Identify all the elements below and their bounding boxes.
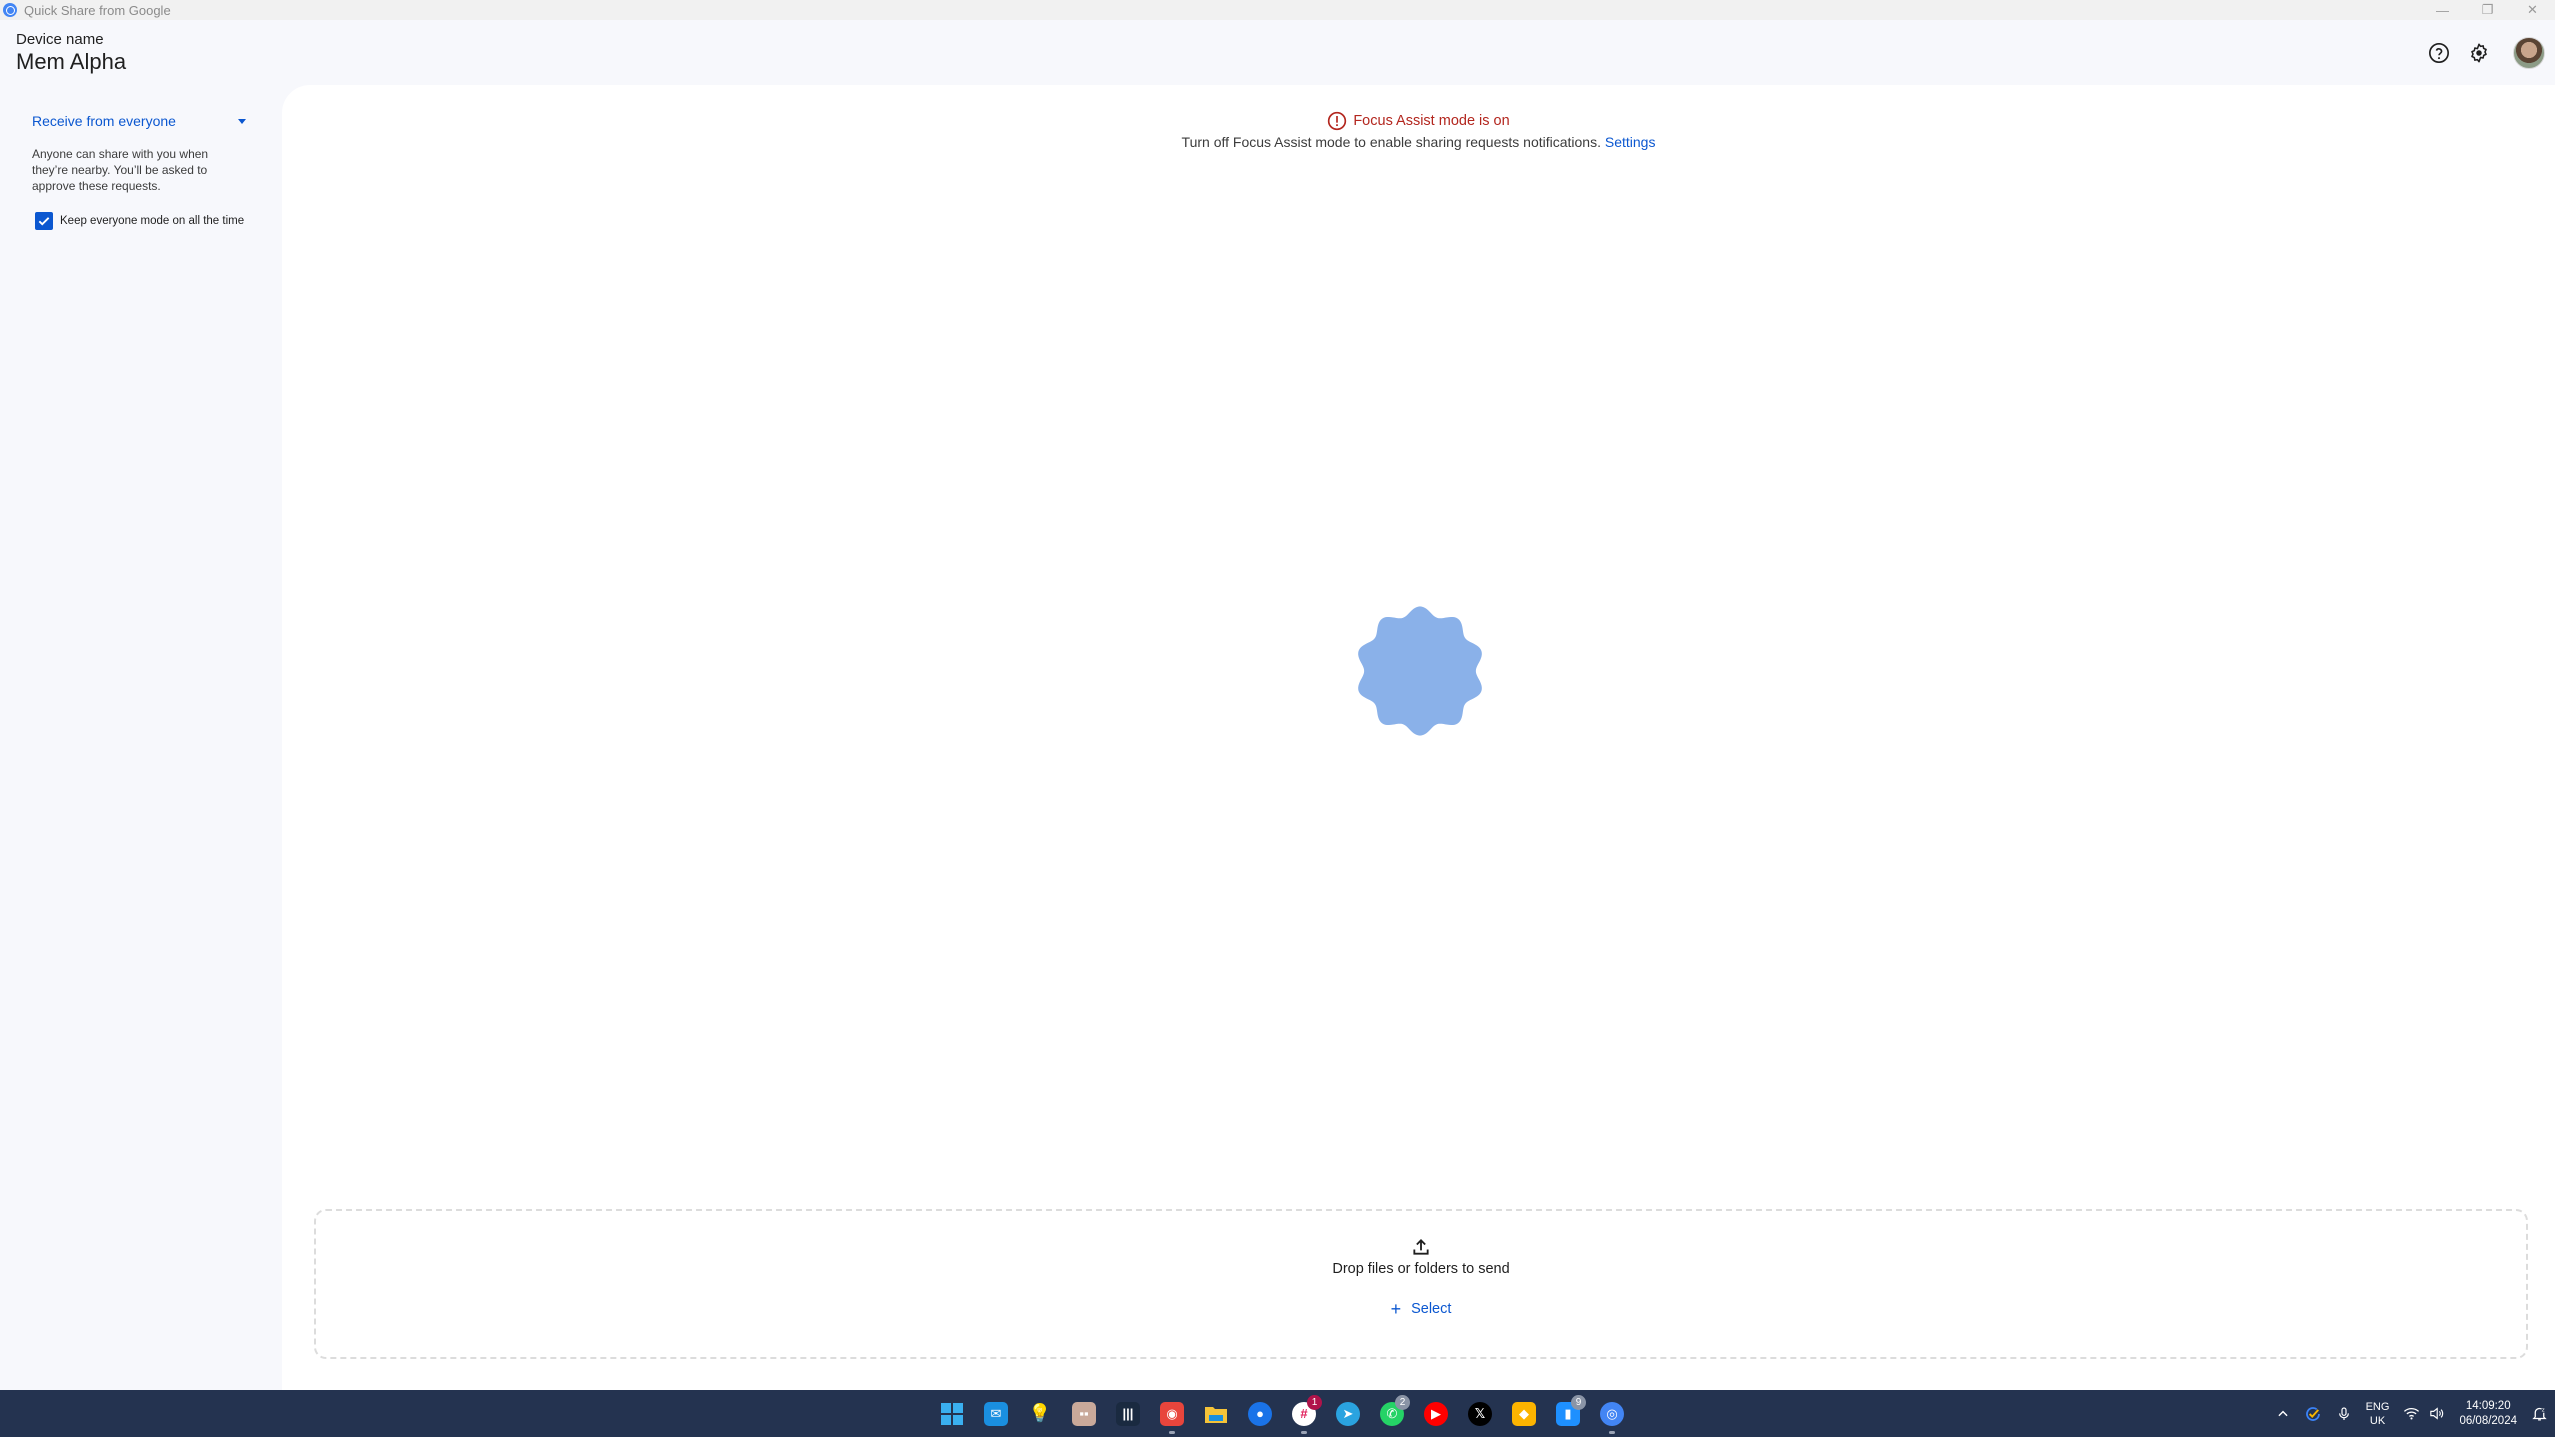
- slack-running-indicator: [1301, 1431, 1307, 1434]
- chevron-up-icon: [2278, 1410, 2288, 1416]
- taskbar-app-tips[interactable]: 💡: [1018, 1390, 1062, 1437]
- window-controls: — ❐ ✕: [2420, 0, 2555, 20]
- quick-share-icon: ◎: [1600, 1401, 1624, 1426]
- alert-description: Turn off Focus Assist mode to enable sha…: [1181, 134, 1601, 150]
- youtube-music-icon: ▶: [1424, 1401, 1448, 1426]
- focus-assist-alert: Focus Assist mode is on: [282, 111, 2555, 131]
- sidebar: Receive from everyone Anyone can share w…: [0, 85, 282, 1390]
- show-hidden-icons-chevron[interactable]: [2276, 1407, 2290, 1421]
- quick-share-running-indicator: [1609, 1431, 1615, 1434]
- clock-date: 06/08/2024: [2459, 1414, 2517, 1427]
- device-discovery-blob: [1358, 606, 1482, 736]
- drop-zone[interactable]: Drop files or folders to send + Select: [314, 1209, 2528, 1359]
- header-actions: [2415, 37, 2545, 69]
- windows-taskbar: ✉ 💡 ▪▪ ||| ◉ ● #1 ➤ ✆ 2 ▶ 𝕏 ◆ ▮ 9 ◎ ENG UK 14:09:20 06/…: [0, 1390, 2555, 1437]
- file-explorer-icon: [1204, 1402, 1228, 1426]
- keep-everyone-checkbox[interactable]: [35, 212, 53, 230]
- upload-icon-wrapper: [316, 1237, 2526, 1257]
- account-avatar[interactable]: [2513, 37, 2545, 69]
- network-volume-group[interactable]: [2403, 1405, 2445, 1422]
- device-name-label: Device name: [16, 31, 104, 48]
- chrome-running-indicator: [1169, 1431, 1175, 1434]
- taskbar-app-file-explorer[interactable]: [1194, 1390, 1238, 1437]
- caret-down-icon: [238, 118, 246, 124]
- blob-shape: [1358, 606, 1482, 736]
- app-blue-notification-badge: 9: [1571, 1395, 1586, 1410]
- mail-icon: ✉: [984, 1401, 1008, 1426]
- select-files-button[interactable]: + Select: [1383, 1297, 1460, 1321]
- clock[interactable]: 14:09:20 06/08/2024: [2459, 1399, 2517, 1429]
- app-robot-icon: ▪▪: [1072, 1401, 1096, 1426]
- select-label: Select: [1411, 1301, 1452, 1317]
- language-indicator[interactable]: ENG UK: [2366, 1400, 2390, 1428]
- messages-icon: ●: [1248, 1401, 1272, 1426]
- taskbar-app-app-equalizer[interactable]: |||: [1106, 1390, 1150, 1437]
- alert-description-row: Turn off Focus Assist mode to enable sha…: [282, 134, 2555, 150]
- slack-notification-badge: 1: [1307, 1395, 1322, 1410]
- taskbar-app-youtube-music[interactable]: ▶: [1414, 1390, 1458, 1437]
- taskbar-app-start[interactable]: [930, 1390, 974, 1437]
- tray-task-app[interactable]: [2304, 1405, 2322, 1423]
- taskbar-app-slack[interactable]: #1: [1282, 1390, 1326, 1437]
- telegram-icon: ➤: [1336, 1401, 1360, 1426]
- chrome-icon: ◉: [1160, 1401, 1184, 1426]
- settings-link[interactable]: Settings: [1605, 134, 1656, 150]
- system-tray: ENG UK 14:09:20 06/08/2024 z: [2269, 1390, 2555, 1437]
- taskbar-apps: ✉ 💡 ▪▪ ||| ◉ ● #1 ➤ ✆ 2 ▶ 𝕏 ◆ ▮ 9 ◎: [930, 1390, 1634, 1437]
- notification-center-button[interactable]: z: [2531, 1405, 2548, 1422]
- plus-icon: +: [1390, 1299, 1402, 1319]
- language-code: ENG: [2365, 1400, 2390, 1413]
- drop-zone-text: Drop files or folders to send: [1332, 1261, 1510, 1277]
- help-button[interactable]: [2423, 37, 2455, 69]
- app-equalizer-icon: |||: [1116, 1401, 1140, 1426]
- keep-everyone-label: Keep everyone mode on all the time: [60, 215, 245, 227]
- quick-share-app-icon: [3, 3, 17, 17]
- settings-icon: [2471, 43, 2487, 63]
- check-circle-icon: [2305, 1406, 2320, 1421]
- receive-mode-label: Receive from everyone: [32, 113, 176, 129]
- clock-time: 14:09:20: [2465, 1399, 2511, 1412]
- help-icon: [2429, 43, 2449, 63]
- tips-icon: 💡: [1028, 1403, 1052, 1423]
- minimize-button[interactable]: —: [2420, 0, 2465, 20]
- checkmark-icon: [38, 217, 50, 226]
- taskbar-app-app-blue[interactable]: ▮ 9: [1546, 1390, 1590, 1437]
- microphone-icon: [2338, 1406, 2349, 1420]
- receive-mode-description: Anyone can share with you when they’re n…: [32, 147, 209, 193]
- keep-everyone-mode-option[interactable]: Keep everyone mode on all the time: [35, 212, 244, 230]
- receive-mode-dropdown[interactable]: Receive from everyone: [32, 113, 246, 129]
- upload-icon: [1413, 1239, 1429, 1255]
- taskbar-app-mail[interactable]: ✉: [974, 1390, 1018, 1437]
- restore-button[interactable]: ❐: [2465, 0, 2510, 20]
- taskbar-app-messages[interactable]: ●: [1238, 1390, 1282, 1437]
- airtable-icon: ◆: [1512, 1401, 1536, 1426]
- settings-button[interactable]: [2463, 37, 2495, 69]
- taskbar-app-x[interactable]: 𝕏: [1458, 1390, 1502, 1437]
- taskbar-app-quick-share[interactable]: ◎: [1590, 1390, 1634, 1437]
- device-name[interactable]: Mem Alpha: [16, 49, 126, 75]
- x-icon: 𝕏: [1468, 1401, 1492, 1426]
- volume-icon: [2430, 1407, 2444, 1420]
- notification-bell-snooze-icon: z: [2532, 1407, 2547, 1421]
- taskbar-app-telegram[interactable]: ➤: [1326, 1390, 1370, 1437]
- taskbar-app-airtable[interactable]: ◆: [1502, 1390, 1546, 1437]
- taskbar-app-app-robot[interactable]: ▪▪: [1062, 1390, 1106, 1437]
- start-icon: [940, 1402, 964, 1426]
- main-panel: Focus Assist mode is on Turn off Focus A…: [282, 85, 2555, 1390]
- alert-circle-icon: [1328, 111, 1347, 131]
- tray-microphone[interactable]: [2336, 1406, 2352, 1422]
- window-title: Quick Share from Google: [24, 2, 171, 18]
- whatsapp-notification-badge: 2: [1395, 1395, 1410, 1410]
- close-button[interactable]: ✕: [2510, 0, 2555, 20]
- wifi-icon: [2404, 1408, 2420, 1420]
- taskbar-app-chrome[interactable]: ◉: [1150, 1390, 1194, 1437]
- svg-text:z: z: [2542, 1407, 2545, 1413]
- title-bar: Quick Share from Google — ❐ ✕: [0, 0, 2555, 20]
- alert-title: Focus Assist mode is on: [1353, 113, 1510, 129]
- language-region: UK: [2369, 1414, 2386, 1427]
- taskbar-app-whatsapp[interactable]: ✆ 2: [1370, 1390, 1414, 1437]
